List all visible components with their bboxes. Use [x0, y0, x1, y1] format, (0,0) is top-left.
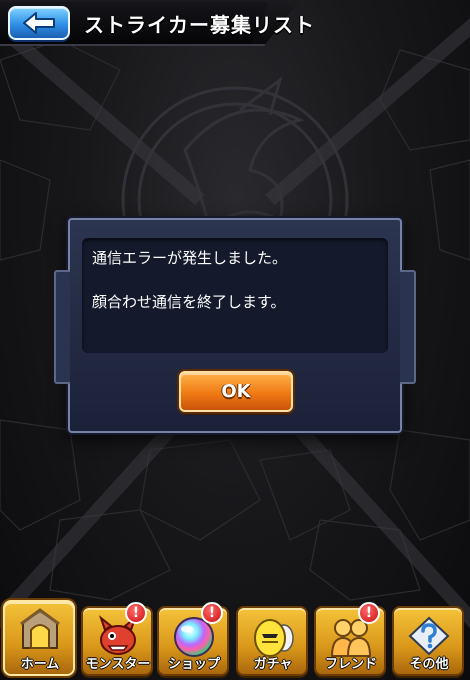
nav-label-monster: モンスター: [85, 657, 151, 672]
error-dialog: 通信エラーが発生しました。 顔合わせ通信を終了します。 OK: [54, 218, 416, 433]
nav-item-friend[interactable]: ! フレンド: [314, 602, 386, 676]
nav-item-other[interactable]: その他: [392, 606, 464, 676]
nav-label-gacha: ガチャ: [253, 657, 293, 672]
other-icon: [404, 614, 454, 658]
home-icon: [15, 608, 65, 652]
dialog-message-line2: 顔合わせ通信を終了します。: [92, 293, 286, 311]
header-bar: ストライカー募集リスト: [0, 0, 470, 48]
dialog-message-line1: 通信エラーが発生しました。: [92, 249, 288, 267]
nav-item-monster[interactable]: ! モンスター: [81, 602, 153, 676]
nav-label-friend: フレンド: [324, 657, 377, 672]
dialog-side-tab-right: [400, 270, 416, 384]
page-title: ストライカー募集リスト: [84, 13, 315, 37]
back-button[interactable]: [8, 6, 70, 40]
dialog-side-tab-left: [54, 270, 70, 384]
nav-item-shop[interactable]: ! ショップ: [157, 602, 229, 676]
ok-button-label: OK: [221, 381, 251, 402]
nav-badge-monster: !: [125, 602, 147, 624]
gacha-egg-icon: [248, 614, 298, 658]
nav-label-shop: ショップ: [167, 657, 220, 672]
nav-badge-shop: !: [201, 602, 223, 624]
nav-item-gacha[interactable]: ガチャ: [236, 606, 308, 676]
bottom-nav: ホーム ! モンスター ! ショップ ガチャ ! フレンド その他: [0, 600, 470, 680]
nav-item-home[interactable]: ホーム: [3, 600, 75, 676]
back-arrow-icon: [23, 12, 55, 34]
nav-label-other: その他: [409, 657, 449, 672]
nav-badge-friend: !: [358, 602, 380, 624]
nav-label-home: ホーム: [20, 657, 60, 672]
ok-button[interactable]: OK: [179, 371, 293, 412]
dialog-message-box: 通信エラーが発生しました。 顔合わせ通信を終了します。: [82, 238, 388, 353]
